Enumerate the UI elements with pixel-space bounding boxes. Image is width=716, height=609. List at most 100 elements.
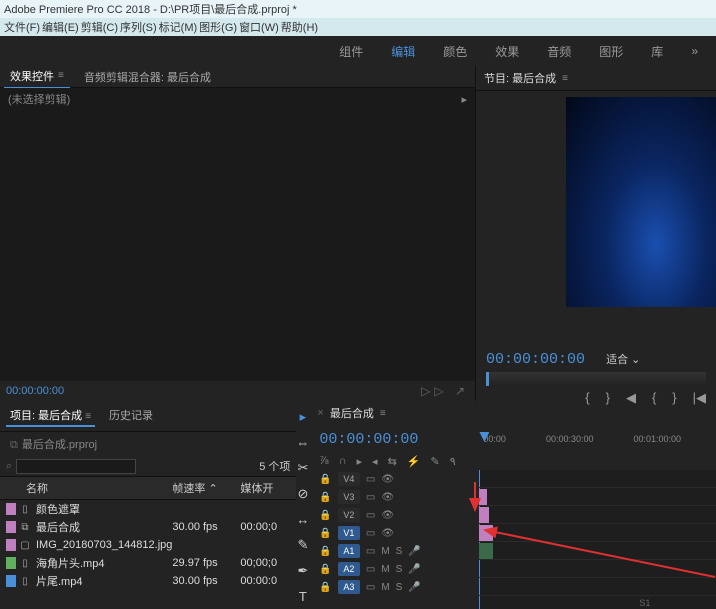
opt5[interactable]: ⇆	[388, 455, 397, 468]
solo-toggle[interactable]: S	[396, 582, 403, 593]
mark-out-button[interactable]: }	[606, 390, 610, 406]
lock-icon[interactable]: 🔒	[319, 474, 331, 485]
time-ruler[interactable]: 00:0000:00:30:0000:01:00:0000:01:30:0000	[479, 434, 716, 444]
track-header-v4[interactable]: 🔒 V4 ▭ 👁	[309, 470, 479, 488]
marker-add[interactable]: ▸	[357, 455, 363, 468]
track-header-v1[interactable]: 🔒V1▭👁	[309, 524, 479, 542]
eye-icon[interactable]: 👁	[381, 528, 394, 539]
search-input[interactable]	[16, 459, 136, 474]
monitor-area[interactable]	[476, 91, 716, 347]
expand-icon[interactable]: ▸	[461, 93, 467, 106]
slip-tool[interactable]: ↔	[296, 512, 309, 527]
track-header-v3[interactable]: 🔒V3▭👁	[309, 488, 479, 506]
mute-toggle[interactable]: M	[381, 564, 389, 575]
col-fps[interactable]: 帧速率 ⌃	[172, 480, 240, 496]
lock-icon[interactable]: 🔒	[319, 492, 331, 503]
track-target[interactable]: A2	[338, 562, 360, 576]
linked-selection[interactable]: ∩	[339, 455, 347, 468]
menu-help[interactable]: 帮助(H)	[281, 19, 318, 35]
mute-toggle[interactable]: M	[381, 582, 389, 593]
menu-sequence[interactable]: 序列(S)	[120, 19, 157, 35]
clip-a1[interactable]	[479, 543, 493, 559]
mic-icon[interactable]: 🎤	[408, 546, 420, 557]
track-target[interactable]: A1	[338, 544, 360, 558]
track-header-a2[interactable]: 🔒 A2 ▭ MS 🎤	[309, 560, 479, 578]
col-name[interactable]: 名称	[6, 480, 172, 496]
prev-edit-button[interactable]: |◀	[693, 390, 706, 406]
tab-project[interactable]: 项目: 最后合成 ≡	[6, 405, 95, 427]
opt7[interactable]: ✎	[430, 455, 439, 468]
razor-tool[interactable]: ⊘	[297, 486, 308, 502]
col-media-start[interactable]: 媒体开	[240, 480, 290, 496]
track-output-toggle[interactable]: ▭	[366, 564, 375, 575]
track-output-toggle[interactable]: ▭	[366, 474, 375, 485]
lock-icon[interactable]: 🔒	[319, 546, 331, 557]
search-icon[interactable]: ⌕	[6, 460, 12, 473]
eye-icon[interactable]: 👁	[381, 492, 394, 503]
menu-file[interactable]: 文件(F)	[4, 19, 40, 35]
timeline-menu-icon[interactable]: ≡	[380, 408, 386, 419]
ws-assembly[interactable]: 组件	[339, 43, 363, 60]
mic-icon[interactable]: 🎤	[408, 564, 420, 575]
lock-icon[interactable]: 🔒	[319, 528, 331, 539]
menu-window[interactable]: 窗口(W)	[239, 19, 279, 35]
project-menu-icon[interactable]: ≡	[85, 411, 91, 422]
track-output-toggle[interactable]: ▭	[366, 510, 375, 521]
project-item[interactable]: ▯颜色遮罩	[0, 500, 296, 518]
ws-more[interactable]: »	[691, 44, 698, 58]
lock-icon[interactable]: 🔒	[319, 510, 331, 521]
ws-color[interactable]: 颜色	[443, 43, 467, 60]
track-lanes[interactable]: S1	[479, 470, 716, 609]
eye-icon[interactable]: 👁	[381, 474, 394, 485]
clip-v3[interactable]	[479, 489, 487, 505]
panel-menu-icon[interactable]: ≡	[58, 70, 64, 81]
ws-effects[interactable]: 效果	[495, 43, 519, 60]
eye-icon[interactable]: 👁	[381, 510, 394, 521]
project-item[interactable]: ▯片尾.mp430.00 fps00:00:0	[0, 572, 296, 590]
step-back-button[interactable]: ◀	[626, 390, 636, 406]
opt4[interactable]: ◂	[372, 455, 378, 468]
opt6[interactable]: ⚡	[407, 455, 421, 468]
track-target[interactable]: A3	[338, 580, 360, 594]
menu-edit[interactable]: 编辑(E)	[42, 19, 79, 35]
tab-effect-controls[interactable]: 效果控件 ≡	[4, 65, 70, 89]
project-item[interactable]: ▢IMG_20180703_144812.jpg	[0, 536, 296, 554]
selection-tool[interactable]: ▸	[300, 409, 307, 425]
program-timecode[interactable]: 00:00:00:00	[486, 351, 585, 368]
project-item[interactable]: ▯海角片头.mp429.97 fps00;00;0	[0, 554, 296, 572]
zoom-fit-dropdown[interactable]: 适合 ⌄	[606, 351, 640, 367]
lock-icon[interactable]: 🔒	[319, 564, 331, 575]
tab-audio-mixer[interactable]: 音频剪辑混合器: 最后合成	[78, 66, 217, 88]
lock-icon[interactable]: 🔒	[319, 582, 331, 593]
loop-icon[interactable]: ▷▷	[421, 384, 447, 398]
ws-editing[interactable]: 编辑	[391, 43, 415, 60]
settings-icon[interactable]: ٩	[450, 455, 456, 468]
project-item[interactable]: ⧉最后合成30.00 fps00:00;0	[0, 518, 296, 536]
track-target[interactable]: V4	[338, 472, 360, 486]
mute-toggle[interactable]: M	[381, 546, 389, 557]
solo-toggle[interactable]: S	[396, 564, 403, 575]
pen-tool[interactable]: ✎	[297, 537, 308, 553]
go-out-button[interactable]: }	[672, 390, 676, 406]
export-icon[interactable]: ↗	[455, 384, 469, 398]
snap-toggle[interactable]: ⅞	[319, 455, 328, 468]
sequence-tab[interactable]: 最后合成	[330, 405, 374, 421]
track-header-a3[interactable]: 🔒A3▭MS🎤	[309, 578, 479, 596]
track-header-a1[interactable]: 🔒 A1 ▭ MS 🎤	[309, 542, 479, 560]
menu-clip[interactable]: 剪辑(C)	[81, 19, 118, 35]
mic-icon[interactable]: 🎤	[408, 582, 420, 593]
track-output-toggle[interactable]: ▭	[366, 528, 375, 539]
track-output-toggle[interactable]: ▭	[366, 546, 375, 557]
source-timecode[interactable]: 00:00:00:00	[6, 385, 64, 397]
track-header-v2[interactable]: 🔒 V2 ▭ 👁	[309, 506, 479, 524]
program-scrubber[interactable]	[486, 372, 706, 386]
ripple-tool[interactable]: ✂	[297, 460, 308, 476]
track-target[interactable]: V2	[338, 508, 360, 522]
solo-toggle[interactable]: S	[396, 546, 403, 557]
ws-graphics[interactable]: 图形	[599, 43, 623, 60]
program-menu-icon[interactable]: ≡	[562, 73, 568, 84]
hand-tool[interactable]: ✒	[297, 563, 308, 579]
tab-history[interactable]: 历史记录	[105, 405, 157, 427]
go-in-button[interactable]: {	[652, 390, 656, 406]
clip-v1[interactable]	[479, 525, 493, 541]
